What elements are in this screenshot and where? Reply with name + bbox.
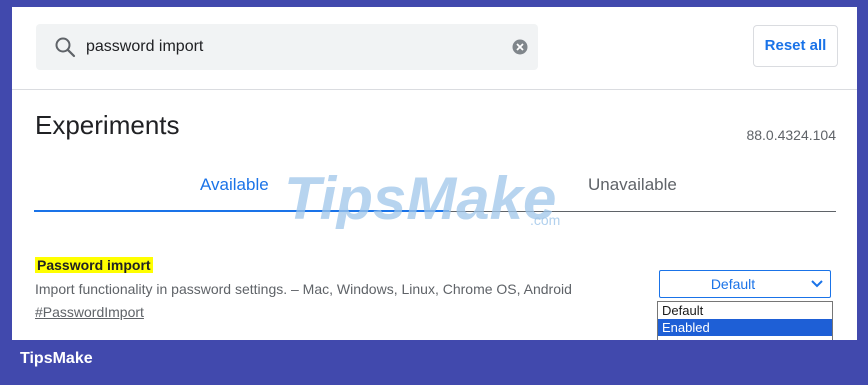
flags-panel: password import Reset all Experiments 88… [12,7,857,340]
select-dropdown-list: Default Enabled [657,301,833,340]
search-box[interactable]: password import [36,24,538,70]
search-icon [55,37,76,58]
version-label: 88.0.4324.104 [746,127,836,143]
option-enabled[interactable]: Enabled [658,319,832,336]
watermark-text: TipsMake [284,165,556,229]
page-title: Experiments [35,110,180,140]
feature-permalink[interactable]: #PasswordImport [35,304,144,320]
watermark-suffix: .com [530,212,560,228]
footer-brand-label: TipsMake [20,350,93,367]
feature-name-highlight: Password import [35,257,153,273]
clear-search-icon[interactable] [512,39,528,55]
tab-unavailable[interactable]: Unavailable [588,175,677,195]
chevron-down-icon [811,280,823,288]
flags-header: password import Reset all [12,7,857,90]
search-input[interactable]: password import [86,38,203,56]
tab-available[interactable]: Available [200,175,269,195]
select-value: Default [710,276,756,292]
feature-description: Import functionality in password setting… [35,281,572,297]
tipsmake-watermark-logo: TipsMake .com [284,165,560,229]
feature-state-select[interactable]: Default [659,270,831,298]
option-default[interactable]: Default [658,302,832,319]
reset-all-button[interactable]: Reset all [753,25,838,67]
